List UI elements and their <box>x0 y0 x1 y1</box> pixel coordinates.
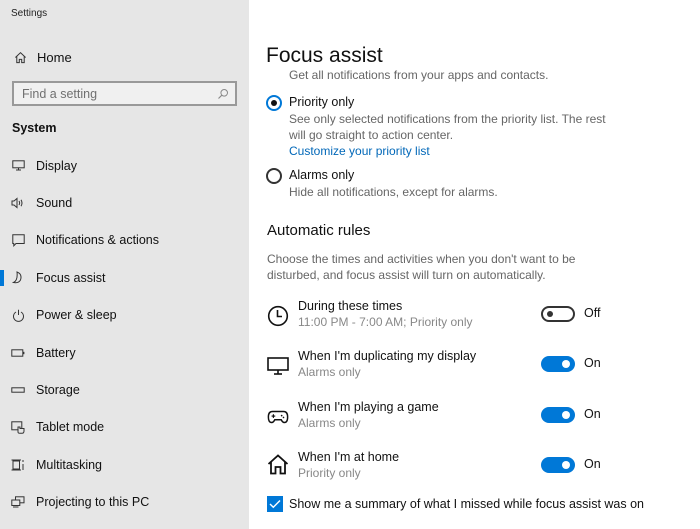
rule-toggle[interactable] <box>541 407 575 423</box>
search-input[interactable] <box>14 86 204 101</box>
sidebar-item-display[interactable]: Display <box>0 147 249 184</box>
summary-checkbox-row[interactable]: Show me a summary of what I missed while… <box>267 496 644 512</box>
sidebar-item-label: Sound <box>36 196 73 211</box>
toggle-state: On <box>584 356 601 370</box>
sidebar-home-label: Home <box>37 49 72 65</box>
search-box[interactable] <box>12 81 237 106</box>
tablet-mode-icon <box>10 421 26 434</box>
customize-priority-list-link[interactable]: Customize your priority list <box>289 143 609 159</box>
sidebar-item-label: Projecting to this PC <box>36 495 150 510</box>
checkmark-icon <box>269 500 281 509</box>
search-icon[interactable] <box>217 87 229 105</box>
rule-subtitle: Priority only <box>298 466 361 480</box>
sidebar: Settings Home System Display Sound Notif… <box>0 0 249 529</box>
rule-title: During these times <box>298 299 403 313</box>
rule-subtitle: Alarms only <box>298 365 361 379</box>
rule-subtitle: 11:00 PM - 7:00 AM; Priority only <box>298 315 473 329</box>
sidebar-item-label: Focus assist <box>36 270 106 285</box>
home-icon <box>12 51 28 64</box>
sidebar-item-label: Notifications & actions <box>36 233 159 248</box>
rule-toggle[interactable] <box>541 356 575 372</box>
sidebar-item-notifications[interactable]: Notifications & actions <box>0 222 249 259</box>
radio-priority-only[interactable] <box>266 95 282 111</box>
app-title: Settings <box>11 8 48 19</box>
option-description: Hide all notifications, except for alarm… <box>289 185 498 199</box>
option-label: Alarms only <box>289 168 355 182</box>
summary-checkbox[interactable] <box>267 496 283 512</box>
projecting-icon <box>10 496 26 508</box>
main-content: Focus assist Get all notifications from … <box>249 0 700 529</box>
sidebar-item-label: Display <box>36 158 77 173</box>
sidebar-item-label: Tablet mode <box>36 420 105 435</box>
option-priority-only[interactable]: Priority only See only selected notifica… <box>266 94 609 159</box>
sound-icon <box>10 197 26 209</box>
storage-icon <box>10 387 26 393</box>
clock-icon <box>267 305 289 327</box>
toggle-state: On <box>584 457 601 471</box>
battery-icon <box>10 348 26 357</box>
rule-title: When I'm duplicating my display <box>298 349 477 363</box>
sidebar-item-power-sleep[interactable]: Power & sleep <box>0 297 249 334</box>
sidebar-item-label: Battery <box>36 345 76 360</box>
sidebar-item-multitasking[interactable]: Multitasking <box>0 446 249 483</box>
automatic-rules-description: Choose the times and activities when you… <box>267 252 576 282</box>
home-icon <box>267 453 289 475</box>
clipped-text: Get all notifications from your apps and… <box>289 68 549 82</box>
option-label: Priority only <box>289 95 355 109</box>
sidebar-item-sound[interactable]: Sound <box>0 184 249 221</box>
display-icon <box>10 160 26 171</box>
clipped-option-description: Get all notifications from your apps and… <box>289 63 689 83</box>
sidebar-item-focus-assist[interactable]: Focus assist <box>0 259 249 296</box>
radio-alarms-only[interactable] <box>266 168 282 184</box>
rule-during-these-times[interactable]: During these times 11:00 PM - 7:00 AM; P… <box>267 299 697 335</box>
toggle-state: Off <box>584 306 601 320</box>
multitasking-icon <box>10 459 26 471</box>
sidebar-item-label: Storage <box>36 383 80 398</box>
sidebar-item-label: Multitasking <box>36 457 102 472</box>
sidebar-item-battery[interactable]: Battery <box>0 334 249 371</box>
sidebar-item-label: Power & sleep <box>36 308 117 323</box>
notifications-icon <box>10 234 26 247</box>
rule-subtitle: Alarms only <box>298 416 361 430</box>
sidebar-nav: Display Sound Notifications & actions Fo… <box>0 147 249 521</box>
sidebar-item-projecting[interactable]: Projecting to this PC <box>0 484 249 521</box>
sidebar-home[interactable]: Home <box>0 44 249 70</box>
section-header-system: System <box>12 121 57 135</box>
rule-toggle[interactable] <box>541 306 575 322</box>
moon-icon <box>10 271 26 284</box>
toggle-state: On <box>584 407 601 421</box>
option-description: See only selected notifications from the… <box>289 112 606 142</box>
option-alarms-only[interactable]: Alarms only Hide all notifications, exce… <box>266 167 498 200</box>
automatic-rules-header: Automatic rules <box>267 222 371 239</box>
summary-checkbox-label: Show me a summary of what I missed while… <box>289 497 644 511</box>
power-icon <box>10 309 26 322</box>
sidebar-item-storage[interactable]: Storage <box>0 371 249 408</box>
monitor-icon <box>267 355 289 377</box>
rule-duplicating-display[interactable]: When I'm duplicating my display Alarms o… <box>267 349 697 385</box>
rule-playing-game[interactable]: When I'm playing a game Alarms only On <box>267 400 697 436</box>
rule-toggle[interactable] <box>541 457 575 473</box>
gamepad-icon <box>267 406 289 428</box>
rule-title: When I'm playing a game <box>298 400 439 414</box>
sidebar-item-tablet-mode[interactable]: Tablet mode <box>0 409 249 446</box>
rule-at-home[interactable]: When I'm at home Priority only On <box>267 450 697 486</box>
rule-title: When I'm at home <box>298 450 400 464</box>
